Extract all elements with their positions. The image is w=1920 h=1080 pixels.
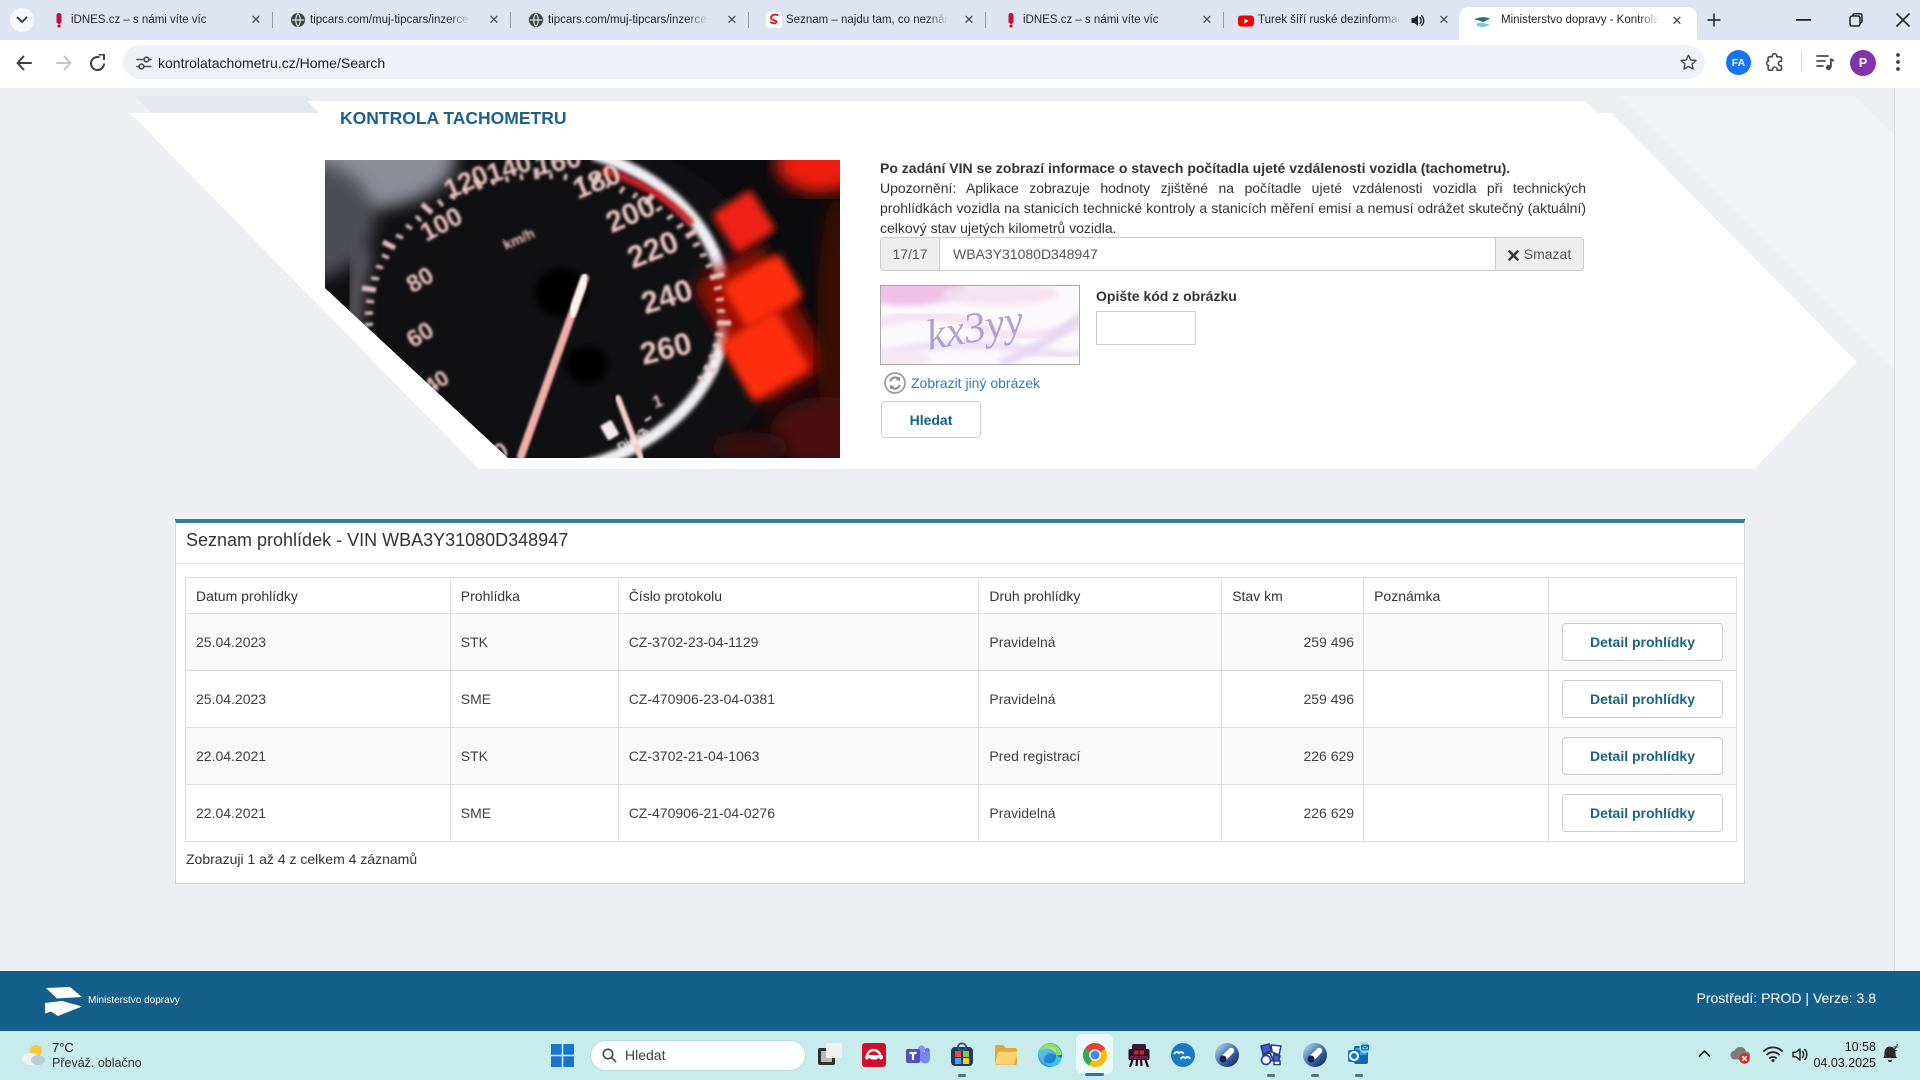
svg-text:z: z [1896,1044,1899,1050]
